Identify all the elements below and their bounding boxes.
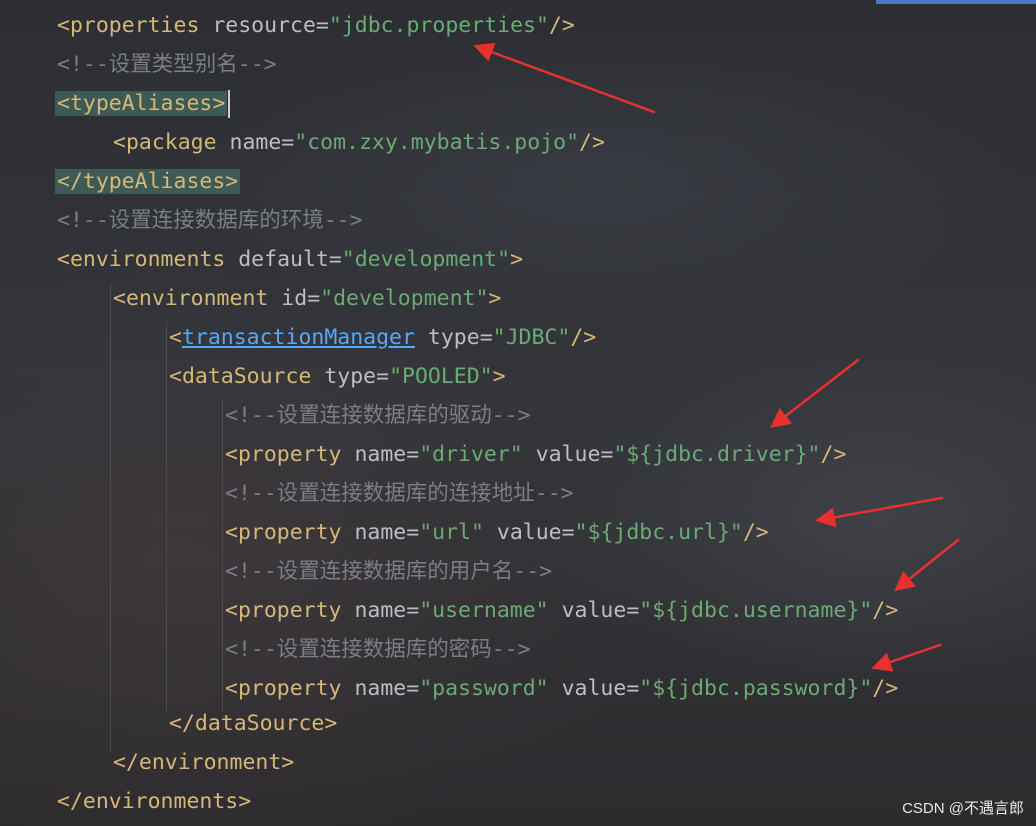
- attr-name: value: [561, 598, 627, 623]
- tag-close: />: [872, 598, 899, 623]
- code-line-16[interactable]: <property name="username" value="${jdbc.…: [225, 591, 898, 630]
- tag-close: />: [548, 13, 575, 38]
- attr-value: "url": [419, 520, 484, 545]
- indent-guide: [222, 400, 223, 712]
- attr-value: "${jdbc.password}": [639, 676, 873, 701]
- attr-value: "jdbc.properties": [328, 13, 549, 38]
- attr-value: "driver": [419, 442, 523, 467]
- attr-name: value: [561, 676, 627, 701]
- matched-tag: </typeAliases>: [55, 169, 241, 194]
- attr-name: name: [354, 598, 407, 623]
- code-line-11-comment[interactable]: <!--设置连接数据库的驱动-->: [225, 396, 531, 435]
- csdn-watermark: CSDN @不遇言郎: [902, 800, 1024, 817]
- tag-open: <property: [225, 676, 342, 701]
- code-line-14[interactable]: <property name="url" value="${jdbc.url}"…: [225, 513, 769, 552]
- tag-open: <dataSource: [169, 364, 312, 389]
- tag-open: <properties: [57, 13, 200, 38]
- attr-name: resource: [212, 13, 316, 38]
- code-line-4[interactable]: <package name="com.zxy.mybatis.pojo"/>: [113, 123, 605, 162]
- tag-close: />: [742, 520, 769, 545]
- code-line-18[interactable]: <property name="password" value="${jdbc.…: [225, 669, 898, 708]
- attr-name: type: [324, 364, 377, 389]
- attr-name: name: [354, 442, 407, 467]
- attr-value: "development": [341, 247, 511, 272]
- attr-name: default: [238, 247, 329, 272]
- tag-close: />: [579, 130, 605, 155]
- code-line-13-comment[interactable]: <!--设置连接数据库的连接地址-->: [225, 474, 574, 513]
- tag-close: </dataSource>: [169, 711, 338, 736]
- active-tab-indicator: [876, 0, 1036, 4]
- code-line-8[interactable]: <environment id="development">: [113, 279, 501, 318]
- tag-open: <property: [225, 598, 342, 623]
- code-line-5[interactable]: </typeAliases>: [55, 162, 241, 201]
- code-line-17-comment[interactable]: <!--设置连接数据库的密码-->: [225, 630, 531, 669]
- code-line-10[interactable]: <dataSource type="POOLED">: [169, 357, 506, 396]
- attr-value: "password": [419, 676, 549, 701]
- tag-open: <property: [225, 520, 342, 545]
- attr-name: value: [535, 442, 601, 467]
- attr-name: id: [281, 286, 308, 311]
- attr-name: value: [496, 520, 562, 545]
- attr-name: type: [427, 325, 480, 350]
- code-line-12[interactable]: <property name="driver" value="${jdbc.dr…: [225, 435, 846, 474]
- code-line-6-comment[interactable]: <!--设置连接数据库的环境-->: [57, 201, 363, 240]
- attr-value: "${jdbc.driver}": [613, 442, 821, 467]
- tag-open: <environments: [57, 247, 226, 272]
- tag-open: <property: [225, 442, 342, 467]
- code-line-1[interactable]: <properties resource="jdbc.properties"/>: [57, 6, 575, 45]
- code-line-2-comment[interactable]: <!--设置类型别名-->: [57, 45, 277, 84]
- tag-close: </environments>: [57, 789, 252, 814]
- code-line-21[interactable]: </environments>: [57, 782, 251, 821]
- tag-bracket: <: [169, 325, 182, 350]
- attr-name: name: [354, 520, 407, 545]
- code-line-9[interactable]: <transactionManager type="JDBC"/>: [169, 318, 596, 357]
- tag-close: </environment>: [113, 750, 295, 775]
- code-line-19[interactable]: </dataSource>: [169, 704, 337, 743]
- attr-value: "POOLED": [389, 364, 493, 389]
- attr-value: "username": [419, 598, 549, 623]
- code-editor[interactable]: <properties resource="jdbc.properties"/>…: [0, 5, 1036, 815]
- text-caret: [228, 90, 231, 118]
- attr-value: "JDBC": [492, 325, 571, 350]
- tag-close: >: [492, 364, 506, 389]
- attr-value: "${jdbc.url}": [574, 520, 743, 545]
- code-line-15-comment[interactable]: <!--设置连接数据库的用户名-->: [225, 552, 552, 591]
- tag-close: />: [820, 442, 847, 467]
- code-line-7[interactable]: <environments default="development">: [57, 240, 523, 279]
- attr-value: "${jdbc.username}": [639, 598, 873, 623]
- transaction-manager-link[interactable]: transactionManager: [182, 325, 415, 350]
- attr-name: name: [229, 130, 282, 155]
- indent-guide: [166, 322, 167, 712]
- matched-tag: <typeAliases>: [55, 91, 228, 116]
- tag-close: >: [510, 247, 524, 272]
- code-line-20[interactable]: </environment>: [113, 743, 294, 782]
- indent-guide: [110, 283, 111, 751]
- tag-close: >: [488, 286, 502, 311]
- code-line-3[interactable]: <typeAliases>: [55, 84, 231, 123]
- tag-close: />: [570, 325, 597, 350]
- attr-value: "com.zxy.mybatis.pojo": [294, 130, 580, 155]
- tag-open: <environment: [113, 286, 269, 311]
- tag-close: />: [872, 676, 899, 701]
- attr-value: "development": [320, 286, 489, 311]
- attr-name: name: [354, 676, 407, 701]
- tag-open: <package: [113, 130, 217, 155]
